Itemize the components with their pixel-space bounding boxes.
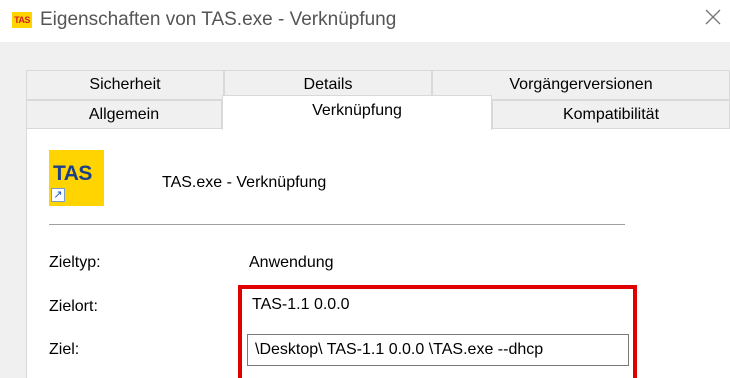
- tab-sicherheit[interactable]: Sicherheit: [26, 70, 224, 100]
- highlight-box: [238, 285, 637, 378]
- window-title: Eigenschaften von TAS.exe - Verknüpfung: [40, 9, 397, 30]
- icon-label: TAS: [53, 162, 92, 185]
- target-label: Ziel:: [49, 341, 80, 358]
- tab-allgemein[interactable]: Allgemein: [26, 100, 222, 130]
- shortcut-arrow-icon: ↗: [51, 188, 65, 202]
- target-type-value: Anwendung: [249, 254, 334, 271]
- shortcut-name: TAS.exe - Verknüpfung: [162, 174, 327, 191]
- tab-verknuepfung[interactable]: Verknüpfung: [222, 95, 492, 130]
- divider: [49, 224, 625, 225]
- tas-shortcut-icon: TAS ↗: [49, 150, 104, 206]
- close-icon[interactable]: [704, 8, 722, 30]
- target-type-label: Zieltyp:: [49, 254, 101, 271]
- tab-kompatibilitaet[interactable]: Kompatibilität: [492, 100, 730, 130]
- title-bar: TAS Eigenschaften von TAS.exe - Verknüpf…: [0, 0, 730, 42]
- target-location-label: Zielort:: [49, 298, 98, 315]
- app-icon: TAS: [12, 12, 32, 28]
